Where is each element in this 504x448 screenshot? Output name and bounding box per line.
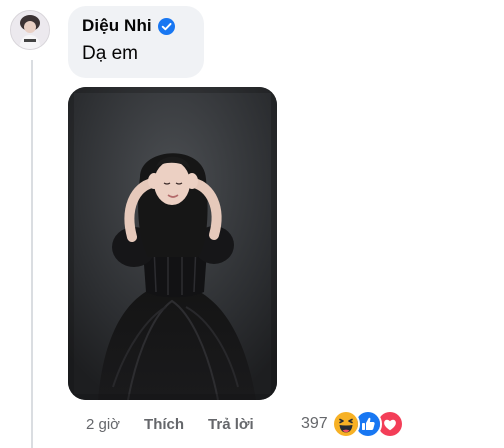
comment-thread: Diệu Nhi Dạ em 2 giờ Thích Trả lời 397: [0, 0, 504, 448]
haha-icon: [331, 410, 360, 438]
profile-avatar-icon: [11, 11, 49, 49]
comment-photo[interactable]: [68, 87, 277, 400]
comment-timestamp[interactable]: 2 giờ: [86, 416, 120, 433]
thread-line: [31, 60, 33, 448]
reaction-icons: [331, 410, 404, 438]
like-button[interactable]: Thích: [144, 416, 184, 433]
comment-bubble: Diệu Nhi Dạ em: [68, 6, 204, 78]
reply-button[interactable]: Trả lời: [208, 416, 254, 433]
reaction-count: 397: [301, 415, 328, 432]
comment-text: Dạ em: [82, 43, 138, 64]
comment-actions: 2 giờ Thích Trả lời: [86, 413, 254, 435]
reaction-summary[interactable]: 397: [301, 410, 404, 438]
author-name[interactable]: Diệu Nhi: [82, 16, 152, 36]
verified-badge-icon: [157, 17, 175, 35]
avatar[interactable]: [10, 10, 50, 50]
